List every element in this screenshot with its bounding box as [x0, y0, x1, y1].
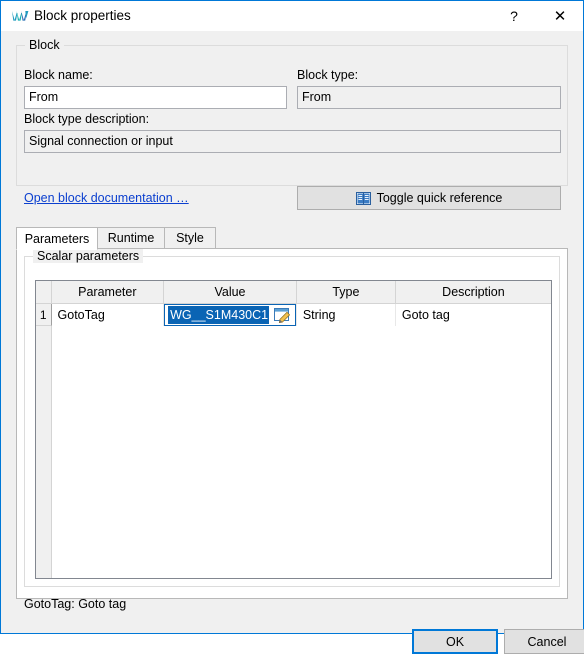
cell-description[interactable]: Goto tag [395, 304, 551, 326]
table-body: 1 GotoTag WG__S1M430C1 String Goto tag [36, 304, 551, 578]
table-header-parameter[interactable]: Parameter [51, 281, 165, 304]
tab-parameters[interactable]: Parameters [16, 227, 98, 250]
block-type-description-label: Block type description: [24, 112, 150, 126]
status-text: GotoTag: Goto tag [24, 597, 127, 611]
block-type-value: From [297, 86, 561, 109]
cancel-button[interactable]: Cancel [504, 629, 584, 654]
dialog-client-area: Block Block name: From Block type: From … [2, 31, 584, 654]
toggle-quick-reference-button[interactable]: Toggle quick reference [297, 186, 561, 210]
tab-style[interactable]: Style [164, 227, 216, 249]
cell-value[interactable]: WG__S1M430C1 [164, 304, 297, 326]
tab-style-label: Style [176, 231, 204, 245]
cell-type[interactable]: String [296, 304, 396, 326]
tab-runtime[interactable]: Runtime [97, 227, 165, 249]
toggle-quick-reference-label: Toggle quick reference [376, 191, 503, 205]
ok-button[interactable]: OK [412, 629, 498, 654]
row-number[interactable]: 1 [36, 304, 52, 326]
tab-runtime-label: Runtime [107, 231, 155, 245]
row-number-gutter [36, 304, 52, 578]
table-header-description[interactable]: Description [395, 281, 551, 304]
edit-pencil-icon[interactable] [274, 307, 292, 323]
block-properties-dialog: Block properties ? ✕ Block Block name: F… [0, 0, 584, 654]
scalar-parameters-legend: Scalar parameters [33, 249, 144, 263]
tab-strip: Parameters Runtime Style [16, 227, 568, 250]
block-type-label: Block type: [297, 68, 359, 82]
tab-parameters-label: Parameters [24, 231, 90, 246]
app-logo-icon [12, 9, 29, 23]
window-title: Block properties [34, 8, 131, 23]
table-row[interactable]: 1 GotoTag WG__S1M430C1 String Goto tag [36, 304, 551, 326]
help-button[interactable]: ? [491, 1, 537, 31]
table-header-value[interactable]: Value [164, 281, 297, 304]
table-header-row: Parameter Value Type Description [36, 281, 551, 304]
table-header-type[interactable]: Type [296, 281, 396, 304]
block-name-input[interactable]: From [24, 86, 287, 109]
block-group-legend: Block [25, 38, 64, 52]
value-cell-editor-text: WG__S1M430C1 [168, 306, 270, 324]
value-cell-editor[interactable]: WG__S1M430C1 [164, 304, 296, 326]
title-bar: Block properties ? ✕ [1, 1, 583, 31]
block-name-label: Block name: [24, 68, 93, 82]
cell-parameter[interactable]: GotoTag [51, 304, 165, 326]
scalar-parameters-table[interactable]: Parameter Value Type Description 1 GotoT… [35, 280, 552, 579]
open-block-documentation-link[interactable]: Open block documentation … [24, 191, 189, 205]
table-corner-cell[interactable] [36, 281, 52, 304]
block-type-description-value: Signal connection or input [24, 130, 561, 153]
close-button[interactable]: ✕ [537, 1, 583, 31]
book-icon [355, 191, 371, 205]
